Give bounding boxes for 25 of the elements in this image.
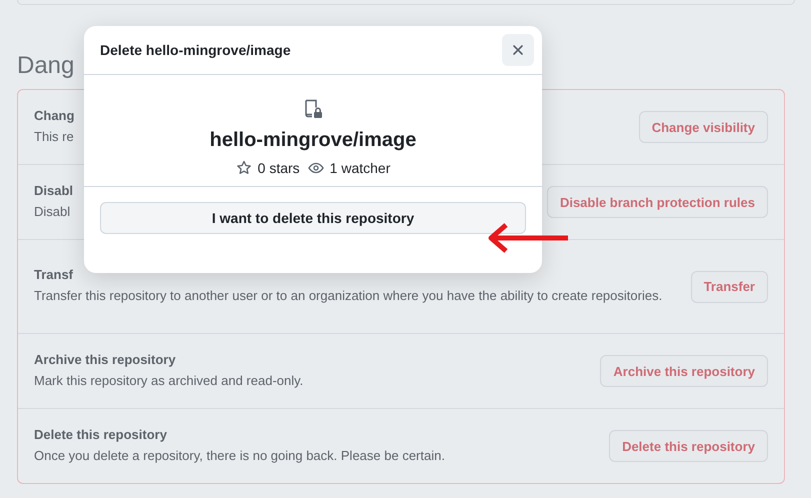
dialog-title: Delete hello-mingrove/image — [100, 42, 291, 58]
confirm-delete-button[interactable]: I want to delete this repository — [100, 202, 526, 234]
setting-title: Archive this repository — [34, 352, 176, 366]
danger-button[interactable]: Transfer — [690, 270, 768, 302]
setting-title: Chang — [34, 108, 74, 122]
section-heading: Dang — [17, 51, 74, 81]
danger-button[interactable]: Disable branch protection rules — [546, 186, 768, 218]
setting-description: This re — [34, 128, 74, 146]
stars-count: 0 stars — [258, 160, 300, 176]
setting-title: Transf — [34, 267, 74, 282]
setting-title: Disabl — [34, 182, 74, 198]
setting-description: Disabl — [34, 202, 70, 220]
star-icon — [236, 160, 252, 176]
danger-button[interactable]: Change visibility — [638, 111, 768, 143]
danger-button[interactable]: Archive this repository — [600, 355, 768, 387]
setting-description: Mark this repository as archived and read-only. — [34, 372, 304, 390]
setting-description: Once you delete a repository, there is no going back. Please be certain. — [34, 446, 445, 465]
close-button[interactable] — [502, 34, 534, 66]
danger-button[interactable]: Delete this repository — [609, 430, 768, 462]
repository-name: hello-mingrove/image — [210, 129, 416, 152]
watchers-count: 1 watcher — [330, 160, 390, 176]
close-icon — [511, 43, 525, 57]
eye-icon — [308, 160, 324, 176]
setting-title: Delete this repository — [34, 426, 167, 442]
setting-description: Transfer this repository to another user or to an organization where you have the ability to create repositories. — [34, 287, 662, 305]
